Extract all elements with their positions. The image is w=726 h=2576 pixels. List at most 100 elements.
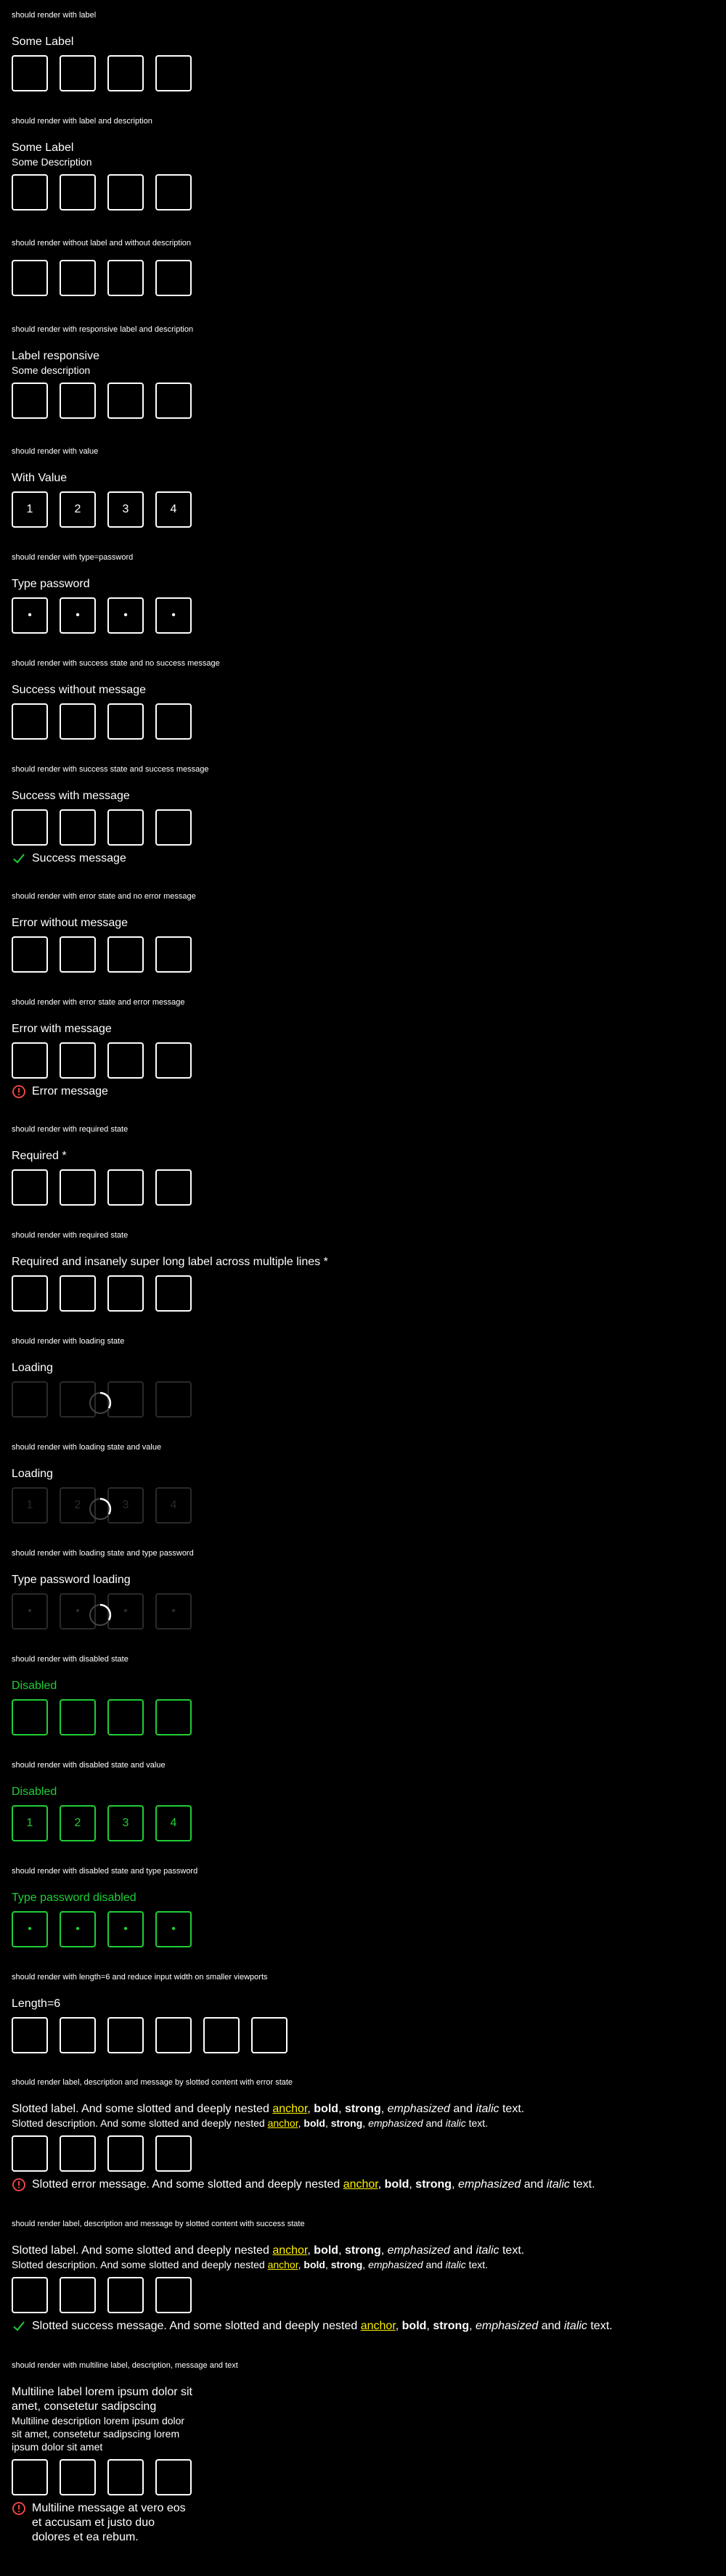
pin-input-1: •	[12, 1911, 48, 1947]
pin-input-4[interactable]	[155, 1042, 192, 1079]
pin-input-1[interactable]	[12, 55, 48, 91]
pin-input-4[interactable]	[155, 1169, 192, 1206]
pin-input-2[interactable]	[60, 383, 96, 419]
pin-input-4[interactable]	[155, 1381, 192, 1418]
pin-input-3[interactable]	[107, 703, 144, 740]
pin-input-2[interactable]	[60, 2277, 96, 2313]
pin-input-4[interactable]	[155, 2277, 192, 2313]
pin-input-1[interactable]: •	[12, 1593, 48, 1630]
pin-input-4[interactable]: •	[155, 1593, 192, 1630]
pin-input-1[interactable]	[12, 2135, 48, 2172]
pin-label: Some Label	[12, 36, 74, 48]
pin-input-1[interactable]	[12, 1381, 48, 1418]
pin-input-1[interactable]: 1	[12, 1487, 48, 1524]
pin-description: Slotted description. And some slotted an…	[12, 2117, 489, 2129]
story-caption: should render with disabled state	[12, 1655, 129, 1664]
pin-input-5[interactable]	[203, 2017, 240, 2053]
pin-input-1[interactable]	[12, 2277, 48, 2313]
pin-inputs: • • • •	[12, 1911, 714, 1947]
story-caption: should render with type=password	[12, 553, 134, 562]
pin-inputs	[12, 2017, 714, 2053]
pin-input-4[interactable]	[155, 383, 192, 419]
pin-input-3[interactable]	[107, 936, 144, 973]
label-anchor-link[interactable]: anchor	[272, 2244, 307, 2257]
pin-input-2[interactable]	[60, 1169, 96, 1206]
success-message: Slotted success message. And some slotte…	[12, 2319, 714, 2334]
pin-input-1[interactable]	[12, 1275, 48, 1312]
pin-input-3[interactable]	[107, 1042, 144, 1079]
pin-input-1[interactable]	[12, 1042, 48, 1079]
error-message: Error message	[12, 1084, 714, 1099]
pin-input-4: 4	[155, 1805, 192, 1841]
pin-input-4	[155, 1699, 192, 1735]
pin-input-3[interactable]	[107, 2459, 144, 2495]
pin-input-4[interactable]: 4	[155, 491, 192, 528]
pin-input-4[interactable]	[155, 55, 192, 91]
pin-label: Slotted label. And some slotted and deep…	[12, 2103, 525, 2115]
pin-input-3[interactable]: •	[107, 597, 144, 634]
pin-input-1[interactable]	[12, 936, 48, 973]
pin-input-6[interactable]	[251, 2017, 287, 2053]
pin-input-2[interactable]	[60, 2459, 96, 2495]
pin-input-1[interactable]	[12, 703, 48, 740]
pin-input-3[interactable]	[107, 2277, 144, 2313]
label-anchor-link[interactable]: anchor	[272, 2103, 307, 2115]
message-anchor-link[interactable]: anchor	[361, 2320, 396, 2332]
pin-input-2[interactable]	[60, 936, 96, 973]
pin-input-2[interactable]	[60, 703, 96, 740]
pin-input-4[interactable]	[155, 1275, 192, 1312]
pin-input-2[interactable]	[60, 260, 96, 296]
pin-inputs	[12, 809, 714, 846]
description-anchor-link[interactable]: anchor	[268, 2117, 298, 2129]
pin-input-3[interactable]	[107, 1275, 144, 1312]
pin-input-4[interactable]: 4	[155, 1487, 192, 1524]
pin-input-4[interactable]	[155, 2459, 192, 2495]
pin-input-1[interactable]	[12, 2459, 48, 2495]
pin-input-4[interactable]	[155, 174, 192, 210]
pin-input-1[interactable]	[12, 1169, 48, 1206]
pin-input-1[interactable]: •	[12, 597, 48, 634]
pin-input-3[interactable]	[107, 383, 144, 419]
pin-input-4[interactable]	[155, 2017, 192, 2053]
pin-input-3[interactable]	[107, 174, 144, 210]
pin-input-3[interactable]	[107, 260, 144, 296]
pin-input-4[interactable]	[155, 260, 192, 296]
pin-input-2[interactable]	[60, 1275, 96, 1312]
pin-input-1[interactable]	[12, 260, 48, 296]
pin-input-1[interactable]	[12, 809, 48, 846]
exclamation-icon	[12, 1085, 25, 1098]
pin-input-4[interactable]	[155, 703, 192, 740]
pin-label: Some Label	[12, 142, 74, 154]
spinner-icon	[89, 1391, 112, 1414]
pin-input-3[interactable]	[107, 2017, 144, 2053]
story-caption: should render with success state and no …	[12, 659, 220, 668]
pin-label: Success without message	[12, 684, 146, 696]
pin-input-2[interactable]	[60, 809, 96, 846]
pin-input-1[interactable]	[12, 383, 48, 419]
story-caption: should render with success state and suc…	[12, 765, 209, 774]
message-anchor-link[interactable]: anchor	[343, 2178, 378, 2191]
pin-input-2[interactable]	[60, 2017, 96, 2053]
pin-input-1[interactable]	[12, 2017, 48, 2053]
story-slotted-error: should render label, description and mes…	[12, 2077, 714, 2192]
pin-input-2[interactable]: •	[60, 597, 96, 634]
pin-input-1[interactable]	[12, 174, 48, 210]
description-anchor-link[interactable]: anchor	[268, 2259, 298, 2270]
pin-input-3[interactable]	[107, 1169, 144, 1206]
pin-input-3[interactable]	[107, 809, 144, 846]
pin-input-2[interactable]	[60, 55, 96, 91]
pin-input-1[interactable]: 1	[12, 491, 48, 528]
pin-input-2[interactable]	[60, 1042, 96, 1079]
pin-input-4[interactable]	[155, 2135, 192, 2172]
pin-inputs	[12, 2135, 714, 2172]
pin-input-4[interactable]: •	[155, 597, 192, 634]
pin-input-4[interactable]	[155, 936, 192, 973]
pin-input-3[interactable]	[107, 2135, 144, 2172]
pin-input-2[interactable]	[60, 2135, 96, 2172]
pin-input-4[interactable]	[155, 809, 192, 846]
story-multiline: should render with multiline label, desc…	[12, 2360, 714, 2545]
pin-input-3[interactable]	[107, 55, 144, 91]
pin-input-2[interactable]: 2	[60, 491, 96, 528]
pin-input-2[interactable]	[60, 174, 96, 210]
pin-input-3[interactable]: 3	[107, 491, 144, 528]
